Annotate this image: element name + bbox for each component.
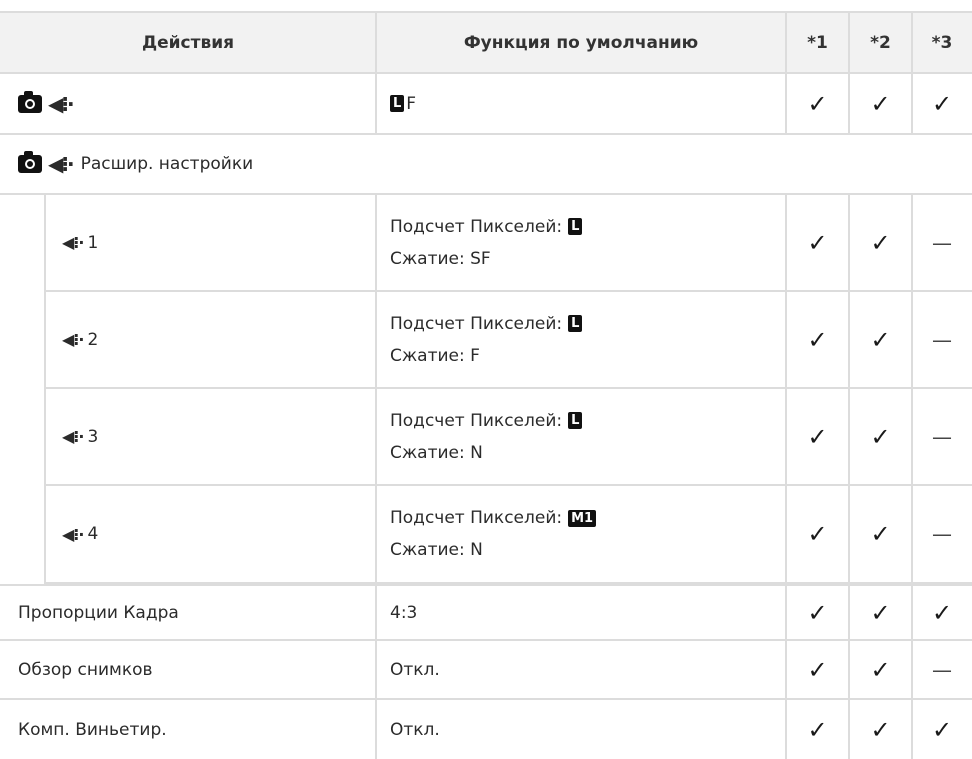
check-mark: ✓ [807, 598, 828, 627]
check-mark: ✓ [870, 520, 891, 548]
action-quality-4: ◀⁝· 4 [62, 524, 99, 544]
table-row: Комп. Виньетир. Откл. ✓ ✓ ✓ [0, 700, 972, 759]
default-value: Подсчет Пикселей: M1 Сжатие: N [376, 486, 786, 582]
table-header: Действия Функция по умолчанию *1 *2 *3 [0, 11, 972, 74]
image-quality-icon: ◀⁝· [62, 233, 84, 252]
image-quality-icon: ◀⁝· [48, 91, 75, 116]
header-col-1: *1 [807, 32, 828, 53]
default-value: Откл. [390, 659, 440, 680]
size-m1-icon: M1 [568, 509, 597, 527]
check-mark: ✓ [807, 228, 828, 257]
table-row: Обзор снимков Откл. ✓ ✓ — [0, 641, 972, 700]
check-mark: ✓ [870, 598, 891, 627]
check-mark: ✓ [807, 520, 828, 548]
check-mark: ✓ [931, 715, 953, 744]
image-quality-icon: ◀⁝· [62, 427, 84, 446]
action-quality-1: ◀⁝· 1 [62, 232, 99, 253]
table-row: ◀⁝· L F ✓ ✓ ✓ [0, 74, 972, 135]
check-mark: ✓ [807, 89, 828, 118]
table-row: ◀⁝· 2 Подсчет Пикселей: L Сжатие: F ✓ ✓ — [44, 292, 972, 389]
camera-icon [18, 90, 42, 113]
check-mark: ✓ [870, 228, 891, 257]
default-value: L F [376, 74, 786, 133]
check-mark: ✓ [870, 655, 891, 684]
action-label: Пропорции Кадра [18, 602, 179, 623]
check-mark: ✓ [807, 655, 828, 684]
check-mark: ✓ [870, 325, 891, 354]
size-l-icon: L [568, 315, 583, 332]
section-label: ◀⁝· Расшир. настройки [0, 135, 972, 193]
table-row: Пропорции Кадра 4:3 ✓ ✓ ✓ [0, 584, 972, 641]
default-value: Подсчет Пикселей: L Сжатие: N [376, 389, 786, 484]
size-l-icon: L [568, 412, 583, 429]
dash-mark: — [932, 327, 952, 352]
action-camera-quality: ◀⁝· [0, 74, 376, 133]
image-quality-icon: ◀⁝· [62, 330, 84, 349]
default-value: Откл. [390, 719, 440, 740]
check-mark: ✓ [807, 715, 828, 744]
camera-icon [18, 151, 42, 173]
check-mark: ✓ [931, 598, 953, 627]
check-mark: ✓ [931, 89, 953, 118]
dash-mark: — [932, 522, 952, 546]
section-advanced-settings: ◀⁝· Расшир. настройки [0, 135, 972, 195]
action-label: Комп. Виньетир. [18, 719, 167, 740]
default-value: Подсчет Пикселей: L Сжатие: F [376, 292, 786, 387]
table-row: ◀⁝· 1 Подсчет Пикселей: L Сжатие: SF ✓ ✓ … [44, 195, 972, 292]
dash-mark: — [932, 230, 952, 255]
image-quality-icon: ◀⁝· [62, 524, 84, 544]
header-actions: Действия [141, 32, 235, 53]
image-quality-icon: ◀⁝· [48, 152, 75, 176]
action-label: Обзор снимков [18, 659, 153, 680]
action-quality-2: ◀⁝· 2 [62, 329, 99, 350]
table-row: ◀⁝· 4 Подсчет Пикселей: M1 Сжатие: N ✓ ✓ … [44, 486, 972, 584]
check-mark: ✓ [807, 422, 828, 451]
check-mark: ✓ [870, 89, 891, 118]
default-value: 4:3 [390, 602, 418, 623]
dash-mark: — [932, 424, 952, 449]
size-l-icon: L [568, 218, 583, 235]
check-mark: ✓ [807, 325, 828, 354]
header-col-2: *2 [870, 32, 891, 53]
size-l-icon: L [390, 95, 405, 112]
check-mark: ✓ [870, 715, 891, 744]
dash-mark: — [932, 657, 952, 682]
header-col-3: *3 [931, 32, 953, 53]
check-mark: ✓ [870, 422, 891, 451]
settings-table: Действия Функция по умолчанию *1 *2 *3 ◀… [0, 0, 972, 759]
action-quality-3: ◀⁝· 3 [62, 426, 99, 447]
table-row: ◀⁝· 3 Подсчет Пикселей: L Сжатие: N ✓ ✓ — [44, 389, 972, 486]
header-default-function: Функция по умолчанию [463, 32, 699, 53]
default-value: Подсчет Пикселей: L Сжатие: SF [376, 195, 786, 290]
